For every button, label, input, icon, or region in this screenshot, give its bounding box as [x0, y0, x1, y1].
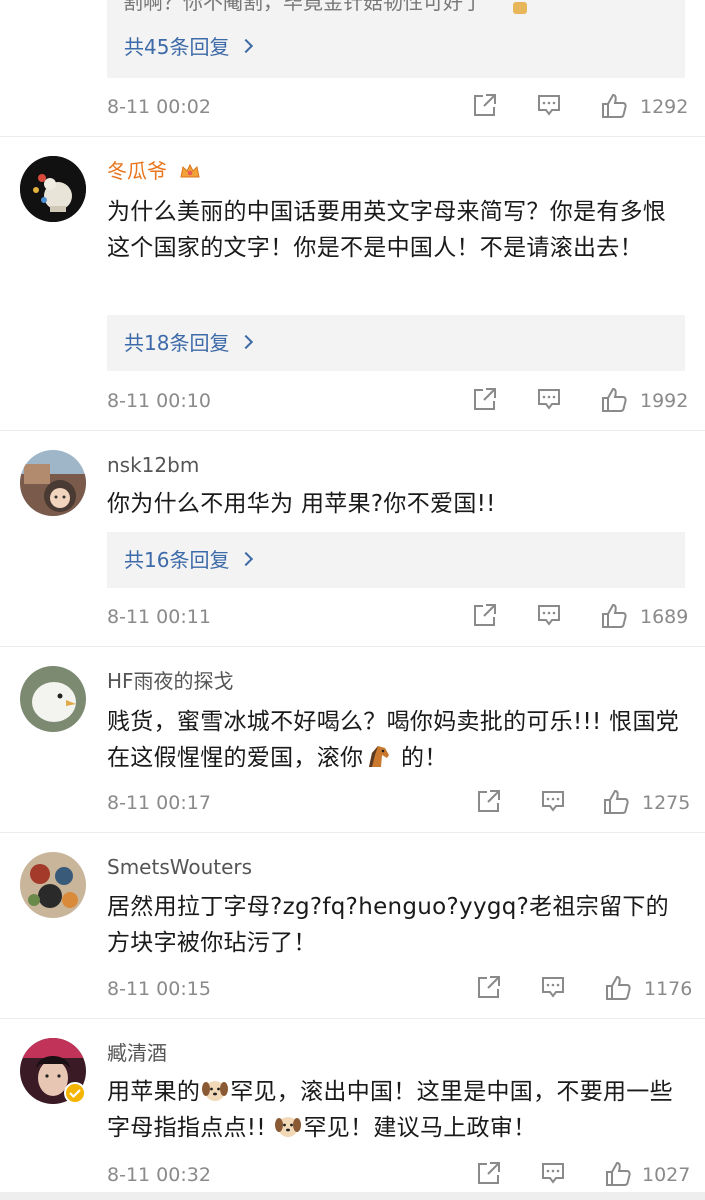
username[interactable]: SmetsWouters: [107, 854, 252, 880]
share-icon[interactable]: [476, 1160, 502, 1186]
divider: [0, 832, 705, 833]
comment-meta-row: 8-11 00:32 1027: [0, 1160, 705, 1190]
username-text: 臧清酒: [107, 1041, 167, 1065]
avatar[interactable]: [20, 666, 86, 732]
avatar[interactable]: [20, 156, 86, 222]
thumbs-up-icon[interactable]: [600, 602, 628, 630]
divider: [0, 1018, 705, 1019]
comment-meta-row: 8-11 00:17 1275: [0, 788, 705, 818]
thumbs-up-icon[interactable]: [604, 974, 632, 1002]
like-count: 1689: [640, 606, 689, 628]
comment-text: 你为什么不用华为 用苹果?你不爱国!!: [107, 491, 496, 517]
thumbs-up-icon[interactable]: [600, 92, 628, 120]
horse-emoji-icon: [369, 746, 390, 767]
replies-count-label: 共16条回复: [124, 548, 230, 572]
comment-meta-row: 8-11 00:15 1176: [0, 974, 705, 1004]
reply-preview-box[interactable]: 共18条回复: [107, 315, 685, 371]
comment-text-part: 的！: [400, 745, 448, 771]
timestamp: 8-11 00:15: [107, 978, 211, 1000]
like-count: 1992: [640, 390, 689, 412]
thumbs-emoji-icon: [513, 2, 527, 14]
timestamp: 8-11 00:17: [107, 792, 211, 814]
chevron-right-icon: [239, 38, 254, 54]
share-icon[interactable]: [476, 788, 502, 814]
like-count: 1027: [642, 1164, 691, 1186]
replies-count-label: 共45条回复: [124, 35, 230, 59]
comment-text-part: 罕见！建议马上政审！: [303, 1115, 537, 1141]
comment-text: 贱货，蜜雪冰城不好喝么？喝你妈卖批的可乐!!! 恨国党在这假惺惺的爱国，滚你 的…: [107, 704, 687, 776]
timestamp: 8-11 00:32: [107, 1164, 211, 1186]
chevron-right-icon: [239, 551, 254, 567]
replies-count-label: 共18条回复: [124, 331, 230, 355]
username-text: nsk12bm: [107, 453, 200, 477]
avatar[interactable]: [20, 852, 86, 918]
comment-icon[interactable]: [536, 386, 562, 412]
username-text: HF雨夜的探戈: [107, 669, 234, 693]
comment-icon[interactable]: [536, 92, 562, 118]
divider: [0, 430, 705, 431]
comment-meta-row: 8-11 00:02 1292: [0, 92, 705, 122]
timestamp: 8-11 00:10: [107, 390, 211, 412]
divider: [0, 136, 705, 137]
like-count: 1292: [640, 96, 689, 118]
share-icon[interactable]: [472, 602, 498, 628]
divider: [0, 646, 705, 647]
username-text: 冬瓜爷: [107, 159, 167, 183]
comment-text: 用苹果的 罕见，滚出中国！这里是中国，不要用一些字母指指点点!! 罕见！建议马上…: [107, 1074, 687, 1146]
comment-meta-row: 8-11 00:11 1689: [0, 602, 705, 632]
comment-text: 居然用拉丁字母?zg?fq?henguo?yygq?老祖宗留下的方块字被你玷污了…: [107, 894, 669, 956]
timestamp: 8-11 00:02: [107, 96, 211, 118]
vip-crown-icon: [180, 163, 200, 178]
username[interactable]: 臧清酒: [107, 1040, 167, 1066]
thumbs-up-icon[interactable]: [604, 1160, 632, 1188]
comment-text-part: 贱货，蜜雪冰城不好喝么？喝你妈卖批的可乐!!! 恨国党在这假惺惺的爱国，滚你: [107, 709, 680, 771]
reply-preview-box[interactable]: 共16条回复: [107, 532, 685, 588]
chevron-right-icon: [239, 334, 254, 350]
view-replies-link[interactable]: 共18条回复: [124, 331, 254, 355]
view-replies-link[interactable]: 共45条回复: [124, 35, 254, 59]
verified-badge-icon: [64, 1082, 86, 1104]
comment-icon[interactable]: [540, 788, 566, 814]
share-icon[interactable]: [476, 974, 502, 1000]
dog-emoji-icon: [202, 1081, 229, 1101]
username[interactable]: HF雨夜的探戈: [107, 668, 234, 694]
thumbs-up-icon[interactable]: [600, 386, 628, 414]
username-text: SmetsWouters: [107, 855, 253, 879]
comment-icon[interactable]: [540, 1160, 566, 1186]
thumbs-up-icon[interactable]: [602, 788, 630, 816]
comment-feed: 割啊？你不阉割，毕竟金针菇韧性可好了 共45条回复 8-11 00:02 129…: [0, 0, 705, 1200]
comment-text-part: 用苹果的: [107, 1079, 201, 1105]
comment-meta-row: 8-11 00:10 1992: [0, 386, 705, 416]
view-replies-link[interactable]: 共16条回复: [124, 548, 254, 572]
like-count: 1275: [642, 792, 691, 814]
comment-text: 为什么美丽的中国话要用英文字母来简写？你是有多恨这个国家的文字！你是不是中国人！…: [107, 199, 667, 261]
timestamp: 8-11 00:11: [107, 606, 211, 628]
share-icon[interactable]: [472, 92, 498, 118]
share-icon[interactable]: [472, 386, 498, 412]
reply-preview-box[interactable]: 割啊？你不阉割，毕竟金针菇韧性可好了 共45条回复: [107, 0, 685, 78]
bottom-edge: [0, 1192, 705, 1200]
comment-icon[interactable]: [540, 974, 566, 1000]
reply-preview-text: 割啊？你不阉割，毕竟金针菇韧性可好了: [123, 0, 483, 14]
avatar[interactable]: [20, 450, 86, 516]
like-count: 1176: [644, 978, 693, 1000]
username[interactable]: 冬瓜爷: [107, 158, 201, 184]
dog-emoji-icon: [275, 1117, 302, 1137]
username[interactable]: nsk12bm: [107, 452, 199, 478]
comment-icon[interactable]: [536, 602, 562, 628]
